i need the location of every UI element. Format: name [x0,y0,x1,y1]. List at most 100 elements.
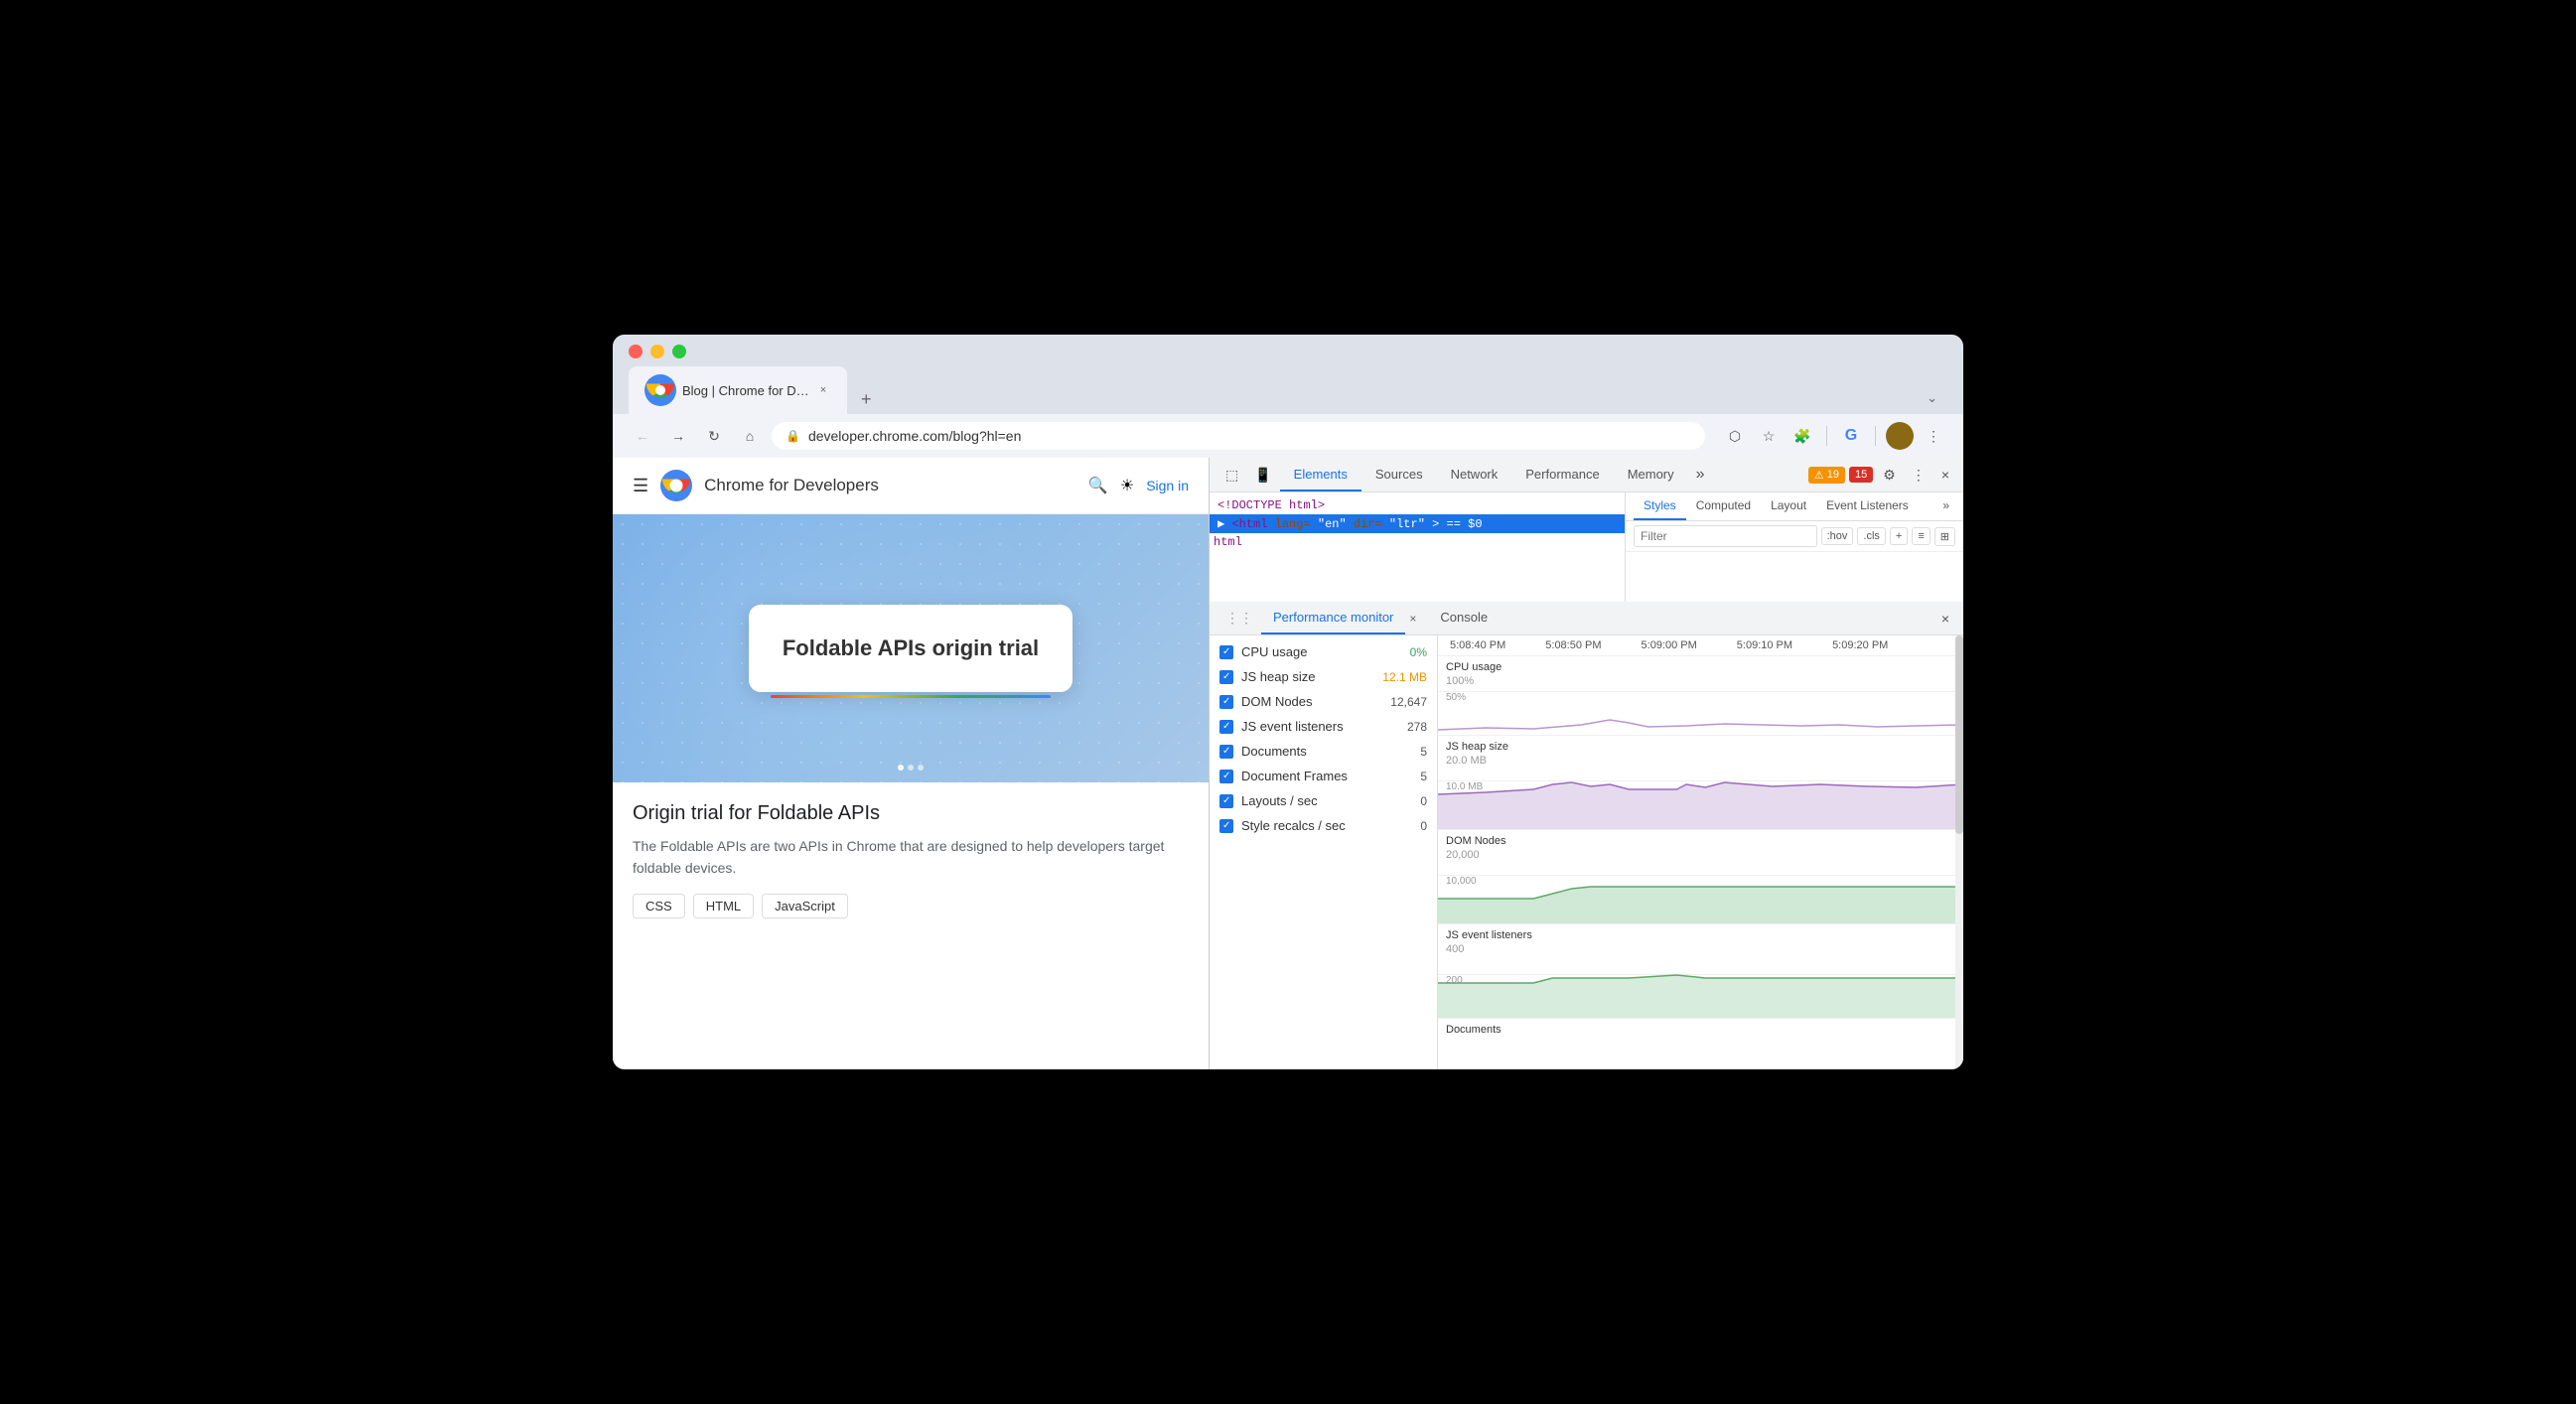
styles-more-tabs-button[interactable]: » [1936,492,1955,520]
dom-nodes-chart: DOM Nodes20,000 10,000 [1438,830,1963,924]
tab-performance[interactable]: Performance [1511,459,1613,491]
back-button[interactable]: ← [629,422,656,450]
layouts-label: Layouts / sec [1241,793,1412,808]
documents-chart: Documents [1438,1019,1963,1062]
error-badge[interactable]: 15 [1849,467,1873,483]
html-attr-dir: dir= [1354,517,1382,531]
hero-dot-3[interactable] [918,765,924,771]
tag-css[interactable]: CSS [633,894,685,918]
tag-html[interactable]: HTML [693,894,754,918]
profile-icon[interactable] [1886,422,1914,450]
style-recalcs-checkbox[interactable] [1219,819,1233,833]
tab-network[interactable]: Network [1437,459,1512,491]
document-frames-label: Document Frames [1241,769,1412,783]
tab-title: Blog | Chrome for Develope... [682,383,809,398]
styles-tab-layout[interactable]: Layout [1761,492,1816,520]
hero-dot-1[interactable] [898,765,904,771]
home-button[interactable]: ⌂ [736,422,764,450]
google-icon[interactable]: G [1837,422,1865,450]
cpu-chart-svg [1438,675,1963,735]
layouts-checkbox[interactable] [1219,794,1233,808]
extensions-icon[interactable]: 🧩 [1789,422,1816,450]
address-bar[interactable]: 🔒 developer.chrome.com/blog?hl=en [772,422,1705,450]
dom-nodes-checkbox[interactable] [1219,695,1233,709]
devtools-more-options-button[interactable]: ⋮ [1906,461,1932,490]
cpu-usage-checkbox[interactable] [1219,645,1233,659]
title-bar: Blog | Chrome for Develope... × + ⌄ [613,335,1963,414]
html-tag: <html [1231,517,1274,531]
styles-tab-styles[interactable]: Styles [1634,492,1686,520]
metric-documents: Documents 5 [1210,739,1437,764]
styles-tab-computed[interactable]: Computed [1686,492,1761,520]
styles-filter-input[interactable] [1634,525,1817,547]
perf-drag-handle[interactable]: ⋮⋮ [1217,602,1261,634]
js-heap-checkbox[interactable] [1219,670,1233,684]
tag-javascript[interactable]: JavaScript [762,894,848,918]
hero-card[interactable]: Foldable APIs origin trial [749,605,1073,693]
html-tag-name-line[interactable]: html [1210,533,1625,551]
add-style-button[interactable]: + [1890,527,1908,545]
perf-tab-console[interactable]: Console [1428,602,1500,634]
cpu-usage-label: CPU usage [1241,644,1402,659]
devtools-settings-button[interactable]: ⚙ [1877,461,1902,490]
blog-post-info: Origin trial for Foldable APIs The Folda… [613,782,1209,928]
bookmark-icon[interactable]: ☆ [1755,422,1783,450]
style-recalcs-value: 0 [1420,819,1427,833]
more-options-button[interactable]: ⋮ [1920,422,1947,450]
time-5: 5:09:20 PM [1832,639,1888,651]
devtools-device-icon[interactable]: 📱 [1246,459,1279,491]
close-window-button[interactable] [629,345,643,358]
styles-filter-row: :hov .cls + ≡ ⊞ [1626,521,1963,552]
perf-tab-performance-monitor[interactable]: Performance monitor [1261,602,1405,634]
hov-button[interactable]: :hov [1821,527,1854,545]
time-2: 5:08:50 PM [1545,639,1601,651]
screen-share-icon[interactable]: ⬡ [1721,422,1749,450]
devtools-area: ⬚ 📱 Elements Sources Network Performance… [1209,458,1963,1069]
warning-badge[interactable]: ⚠ 19 [1808,467,1845,484]
devtools-cursor-icon[interactable]: ⬚ [1217,459,1246,491]
browser-window: Blog | Chrome for Develope... × + ⌄ ← → … [613,335,1963,1069]
refresh-button[interactable]: ↻ [700,422,728,450]
devtools-more-tabs-button[interactable]: » [1688,458,1713,491]
search-button[interactable]: 🔍 [1088,476,1108,495]
toggle-styles-button[interactable]: ⊞ [1934,527,1955,546]
dom-nodes-label: DOM Nodes [1241,694,1382,709]
html-doctype-line[interactable]: <!DOCTYPE html> [1210,496,1625,514]
js-heap-chart: JS heap size20.0 MB 10.0 MB [1438,736,1963,830]
maximize-window-button[interactable] [672,345,686,358]
hero-dot-2[interactable] [908,765,914,771]
js-listeners-checkbox[interactable] [1219,720,1233,734]
html-attr-dir-val: "ltr" [1389,517,1425,531]
active-tab[interactable]: Blog | Chrome for Develope... × [629,366,847,414]
hero-dots [898,765,924,771]
warning-count: 19 [1827,469,1839,481]
cls-button[interactable]: .cls [1857,527,1886,545]
chart-scrollbar-track[interactable] [1955,635,1963,1069]
chart-scrollbar-thumb[interactable] [1955,635,1963,834]
theme-toggle-button[interactable]: ☀ [1120,476,1134,495]
styles-tab-event-listeners[interactable]: Event Listeners [1816,492,1919,520]
styles-panel: Styles Computed Layout Event Listeners »… [1626,492,1963,602]
tab-close-button[interactable]: × [815,382,831,398]
time-4: 5:09:10 PM [1737,639,1792,651]
minimize-window-button[interactable] [650,345,664,358]
devtools-close-button[interactable]: × [1935,461,1955,489]
documents-checkbox[interactable] [1219,745,1233,759]
devtools-right: ⚠ 19 15 ⚙ ⋮ × [1808,461,1955,490]
element-state-button[interactable]: ≡ [1912,527,1930,545]
documents-label: Documents [1241,744,1412,759]
document-frames-checkbox[interactable] [1219,770,1233,783]
new-tab-button[interactable]: + [851,384,882,414]
hamburger-menu-button[interactable]: ☰ [633,476,648,496]
sign-in-button[interactable]: Sign in [1146,478,1189,493]
perf-monitor: ⋮⋮ Performance monitor × Console × CPU u… [1210,602,1963,1069]
tab-elements[interactable]: Elements [1280,459,1361,491]
tab-sources[interactable]: Sources [1361,459,1437,491]
tab-memory[interactable]: Memory [1614,459,1688,491]
perf-tab-close-button[interactable]: × [1405,608,1420,630]
more-tabs-button[interactable]: ⌄ [1917,382,1947,414]
js-listeners-value: 278 [1407,720,1427,734]
forward-button[interactable]: → [664,422,692,450]
html-element-line[interactable]: ▶ <html lang= "en" dir= "ltr" > == $0 [1210,514,1625,533]
perf-close-panel-button[interactable]: × [1935,605,1955,632]
